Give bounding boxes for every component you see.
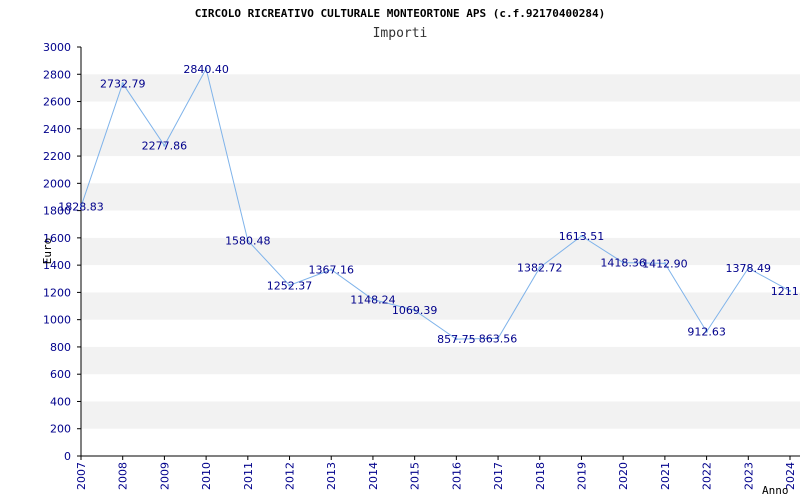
x-axis-label: Anno (762, 484, 789, 497)
data-label: 1211.0 (771, 285, 800, 298)
data-label: 863.56 (479, 332, 518, 345)
chart: CIRCOLO RICREATIVO CULTURALE MONTEORTONE… (41, 7, 800, 497)
data-label: 1148.24 (350, 293, 396, 306)
y-tick-label: 400 (50, 395, 71, 408)
data-label: 1382.72 (517, 261, 563, 274)
grid-band (81, 237, 800, 266)
y-tick-label: 2400 (43, 123, 71, 136)
data-label: 1069.39 (392, 304, 438, 317)
x-tick-label: 2008 (117, 462, 130, 490)
y-tick-label: 3000 (43, 41, 71, 54)
data-label: 1367.16 (308, 264, 354, 277)
x-tick-label: 2019 (575, 462, 588, 490)
y-tick-label: 0 (64, 450, 71, 463)
grid-band (81, 183, 800, 211)
x-tick-label: 2023 (742, 462, 755, 490)
data-label: 857.75 (437, 333, 476, 346)
x-tick-label: 2016 (450, 462, 463, 490)
grid-band (81, 128, 800, 157)
x-tick-labels: 2007 2008 2009 2010 2011 2012 2013 2014 2015 2016… (75, 456, 797, 490)
y-tick-label: 2800 (43, 68, 71, 81)
grid-bands (81, 74, 800, 429)
y-tick-label: 1200 (43, 286, 71, 299)
data-label: 1418.36 (600, 257, 646, 270)
data-label: 1412.90 (642, 257, 688, 270)
data-label: 912.63 (687, 326, 726, 339)
grid-band (81, 292, 800, 320)
data-label: 1613.51 (559, 230, 605, 243)
x-tick-label: 2007 (75, 462, 88, 490)
data-label: 1378.49 (726, 262, 772, 275)
y-tick-label: 200 (50, 423, 71, 436)
chart-subtitle: Importi (373, 26, 428, 41)
x-tick-label: 2011 (242, 462, 255, 490)
y-tick-label: 2200 (43, 150, 71, 163)
x-tick-label: 2022 (701, 462, 714, 490)
y-axis-label: Euro (41, 238, 54, 265)
data-label: 2732.79 (100, 77, 146, 90)
y-tick-label: 600 (50, 368, 71, 381)
x-tick-label: 2009 (158, 462, 171, 490)
grid-band (81, 346, 800, 375)
x-tick-label: 2017 (492, 462, 505, 490)
x-tick-label: 2014 (367, 462, 380, 490)
grid-band (81, 401, 800, 429)
x-tick-label: 2021 (659, 462, 672, 490)
data-label: 1828.83 (58, 201, 104, 214)
x-tick-label: 2010 (200, 462, 213, 490)
grid-band (81, 74, 800, 102)
data-label: 2277.86 (142, 139, 188, 152)
y-tick-label: 2600 (43, 96, 71, 109)
data-label: 1252.37 (267, 279, 313, 292)
data-label: 2840.40 (183, 63, 229, 76)
x-tick-label: 2012 (284, 462, 297, 490)
chart-title: CIRCOLO RICREATIVO CULTURALE MONTEORTONE… (195, 7, 606, 20)
y-tick-label: 2000 (43, 177, 71, 190)
data-label: 1580.48 (225, 235, 271, 248)
y-tick-label: 800 (50, 341, 71, 354)
x-tick-label: 2015 (409, 462, 422, 490)
x-tick-label: 2020 (617, 462, 630, 490)
x-tick-label: 2013 (325, 462, 338, 490)
y-tick-label: 1000 (43, 314, 71, 327)
x-tick-label: 2018 (534, 462, 547, 490)
